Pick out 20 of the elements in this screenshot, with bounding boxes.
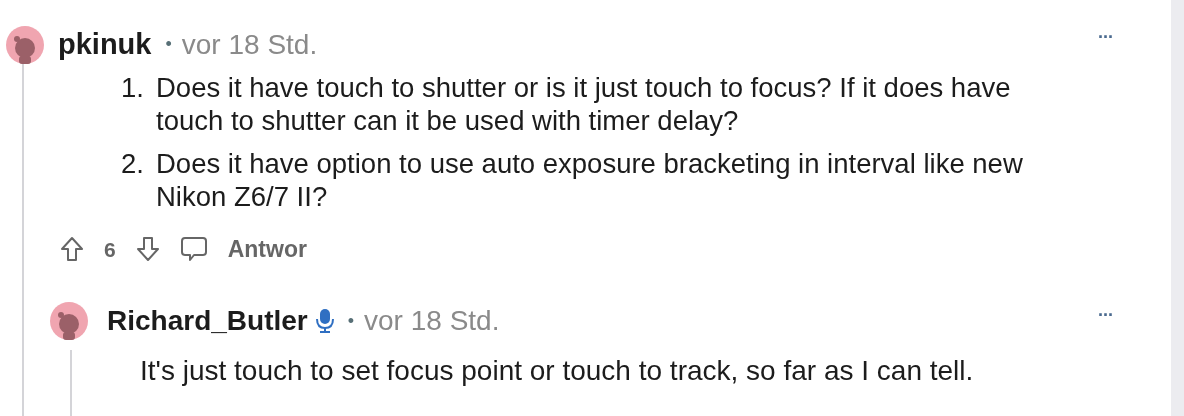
separator: • — [347, 309, 355, 333]
list-item-text: Does it have option to use auto exposure bracketing in interval like new Nikon Z6/7 II? — [156, 147, 1024, 213]
comment-text: It's just touch to set focus point or touch to track, so far as I can tell. — [140, 354, 974, 388]
reply-button[interactable]: Antwor — [179, 232, 307, 267]
list-number: 2. — [120, 147, 145, 181]
timestamp: vor 18 Std. — [181, 27, 318, 62]
list-number: 1. — [120, 71, 145, 105]
username[interactable]: Richard_Butler — [107, 300, 308, 342]
more-options-button[interactable]: ··· — [1098, 28, 1113, 46]
avatar-icon[interactable] — [50, 302, 88, 340]
downvote-icon[interactable] — [135, 236, 160, 263]
username[interactable]: pkinuk — [58, 23, 152, 67]
upvote-icon[interactable] — [60, 236, 84, 263]
more-options-button[interactable]: ··· — [1098, 306, 1113, 324]
avatar-icon[interactable] — [6, 25, 44, 64]
timestamp: vor 18 Std. — [364, 304, 500, 338]
list-item-text: Does it have touch to shutter or is it just touch to focus? If it does have touch to shutter can it be used with timer delay? — [156, 71, 1012, 137]
vote-count: 6 — [104, 236, 116, 263]
separator: • — [165, 33, 172, 57]
comment-icon — [179, 235, 208, 264]
